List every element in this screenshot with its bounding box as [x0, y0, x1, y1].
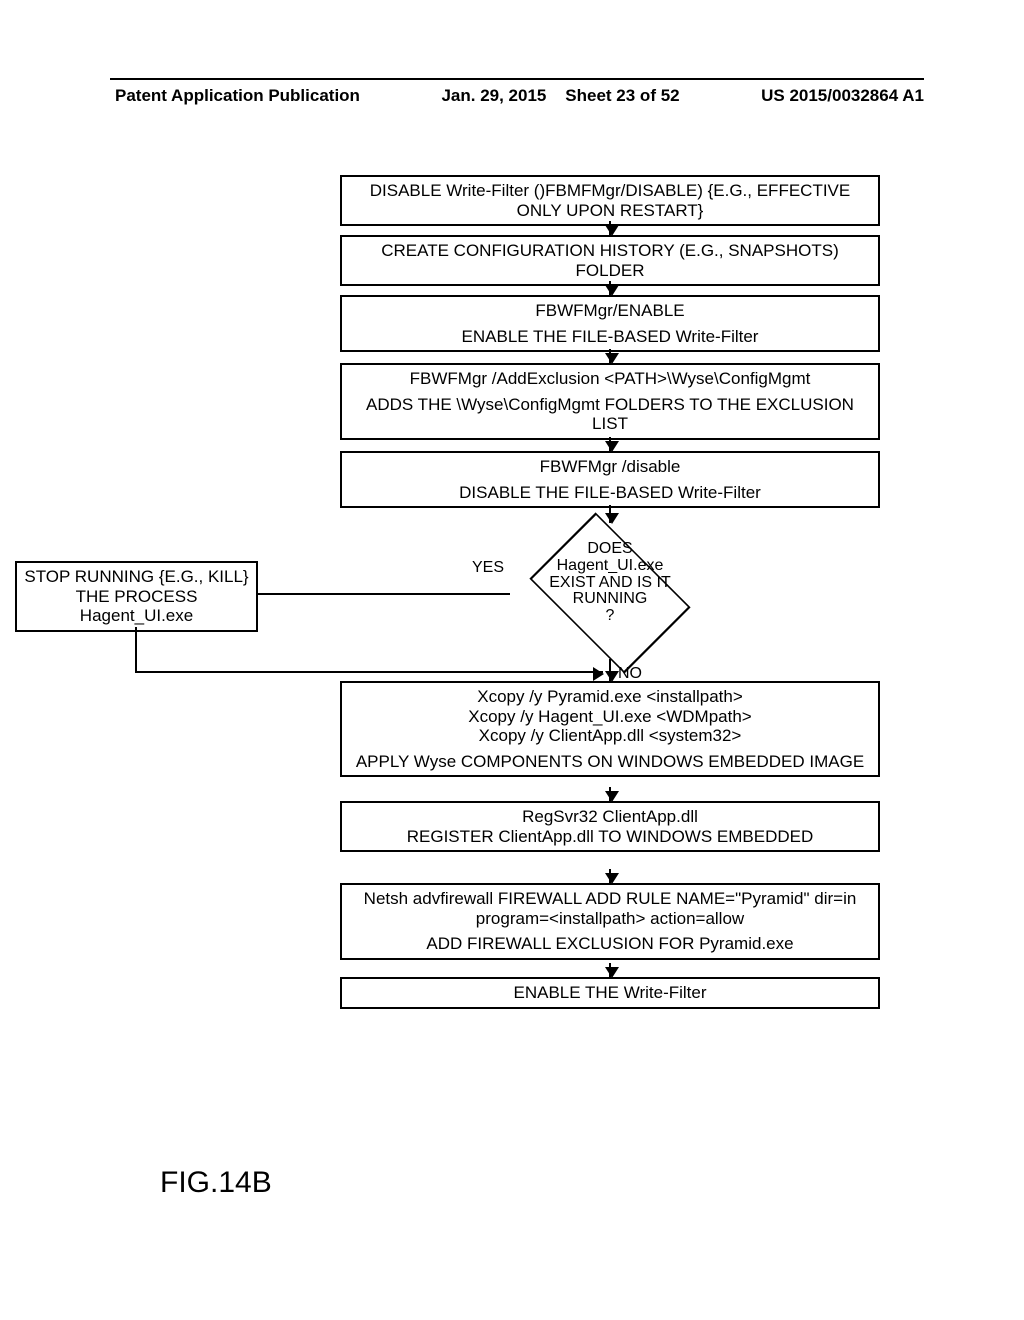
step-text-desc: ADDS THE \Wyse\ConfigMgmt FOLDERS TO THE… [348, 395, 872, 434]
decision-line: ? [500, 608, 720, 625]
flowchart-column: DISABLE Write-Filter ()FBMFMgr/DISABLE) … [340, 175, 880, 1180]
decision-line: RUNNING [500, 591, 720, 608]
step-text-desc: ADD FIREWALL EXCLUSION FOR Pyramid.exe [348, 934, 872, 954]
step-text-cmd: RegSvr32 ClientApp.dll [348, 807, 872, 827]
step-text-cmd: Xcopy /y Hagent_UI.exe <WDMpath> [348, 707, 872, 727]
arrow-down [609, 437, 611, 451]
step-text-desc: REGISTER ClientApp.dll TO WINDOWS EMBEDD… [348, 827, 872, 847]
flowchart: DISABLE Write-Filter ()FBMFMgr/DISABLE) … [160, 175, 880, 1180]
arrow-down-no [609, 659, 611, 681]
side-line: STOP RUNNING {E.G., KILL} [23, 567, 250, 587]
decision-hagent-running: DOES Hagent_UI.exe EXIST AND IS IT RUNNI… [510, 523, 710, 663]
arrow-down [609, 221, 611, 235]
decision-line: Hagent_UI.exe [500, 558, 720, 575]
side-line: Hagent_UI.exe [23, 606, 250, 626]
label-no: NO [618, 663, 642, 683]
step-text-cmd: Xcopy /y Pyramid.exe <installpath> [348, 687, 872, 707]
step-xcopy-components: Xcopy /y Pyramid.exe <installpath> Xcopy… [340, 681, 880, 777]
arrow-down [609, 787, 611, 801]
sheet-number: Sheet 23 of 52 [565, 86, 679, 105]
header-rule [110, 78, 924, 80]
step-text-cmd: FBWFMgr/ENABLE [348, 301, 872, 321]
step-regsvr32: RegSvr32 ClientApp.dll REGISTER ClientAp… [340, 801, 880, 852]
step-add-exclusion: FBWFMgr /AddExclusion <PATH>\Wyse\Config… [340, 363, 880, 440]
step-text: DISABLE Write-Filter ()FBMFMgr/DISABLE) … [348, 181, 872, 220]
route-hline [135, 671, 603, 673]
label-yes: YES [472, 559, 510, 577]
step-text-cmd: FBWFMgr /disable [348, 457, 872, 477]
step-text-desc: ENABLE THE FILE-BASED Write-Filter [348, 327, 872, 347]
figure-label: FIG.14B [160, 1166, 272, 1200]
step-enable-write-filter: ENABLE THE Write-Filter [340, 977, 880, 1009]
step-create-config-history: CREATE CONFIGURATION HISTORY (E.G., SNAP… [340, 235, 880, 286]
step-text-desc: DISABLE THE FILE-BASED Write-Filter [348, 483, 872, 503]
page-header: Patent Application Publication Jan. 29, … [115, 86, 924, 106]
arrow-down [609, 505, 611, 523]
arrow-down [609, 869, 611, 883]
decision-text: DOES Hagent_UI.exe EXIST AND IS IT RUNNI… [500, 541, 720, 625]
publication-number: US 2015/0032864 A1 [761, 86, 924, 106]
publication-type: Patent Application Publication [115, 86, 360, 106]
route-vline [135, 627, 137, 671]
arrow-down [609, 349, 611, 363]
patent-page: Patent Application Publication Jan. 29, … [0, 0, 1024, 1320]
step-text-cmd: Xcopy /y ClientApp.dll <system32> [348, 726, 872, 746]
step-enable-fbwf: FBWFMgr/ENABLE ENABLE THE FILE-BASED Wri… [340, 295, 880, 352]
arrow-down [609, 963, 611, 977]
decision-line: EXIST AND IS IT [500, 575, 720, 592]
publication-date-sheet: Jan. 29, 2015 Sheet 23 of 52 [441, 86, 679, 106]
step-disable-fbwf: FBWFMgr /disable DISABLE THE FILE-BASED … [340, 451, 880, 508]
publication-date: Jan. 29, 2015 [441, 86, 546, 105]
step-kill-hagent: STOP RUNNING {E.G., KILL} THE PROCESS Ha… [15, 561, 258, 632]
step-text-cmd: FBWFMgr /AddExclusion <PATH>\Wyse\Config… [348, 369, 872, 389]
step-text-cmd: Netsh advfirewall FIREWALL ADD RULE NAME… [348, 889, 872, 928]
step-text-desc: APPLY Wyse COMPONENTS ON WINDOWS EMBEDDE… [348, 752, 872, 772]
arrow-down [609, 281, 611, 295]
decision-line: DOES [500, 541, 720, 558]
step-disable-write-filter: DISABLE Write-Filter ()FBMFMgr/DISABLE) … [340, 175, 880, 226]
side-line: THE PROCESS [23, 587, 250, 607]
step-text: ENABLE THE Write-Filter [348, 983, 872, 1003]
step-firewall-rule: Netsh advfirewall FIREWALL ADD RULE NAME… [340, 883, 880, 960]
step-text: CREATE CONFIGURATION HISTORY (E.G., SNAP… [348, 241, 872, 280]
